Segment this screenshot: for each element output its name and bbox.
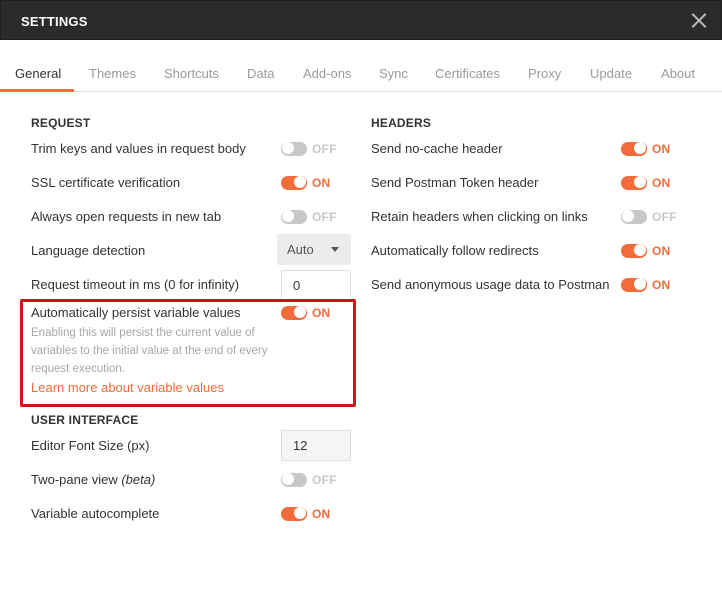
postman-token-toggle[interactable]: ON — [621, 175, 691, 191]
toggle-knob — [294, 507, 306, 519]
toggle-knob — [622, 210, 634, 222]
new-tab-label: Always open requests in new tab — [31, 209, 222, 224]
font-size-input[interactable] — [281, 430, 351, 461]
tab-update[interactable]: Update — [590, 66, 632, 81]
persist-label: Automatically persist variable values — [31, 305, 241, 320]
ssl-toggle[interactable]: ON — [281, 175, 351, 191]
chevron-down-icon — [331, 247, 339, 252]
tab-shortcuts[interactable]: Shortcuts — [164, 66, 219, 81]
select-value: Auto — [287, 242, 314, 257]
font-size-label: Editor Font Size (px) — [31, 438, 150, 453]
tab-about[interactable]: About — [661, 66, 695, 81]
toggle-knob — [634, 176, 646, 188]
beta-label: (beta) — [121, 472, 156, 487]
tab-addons[interactable]: Add-ons — [303, 66, 351, 81]
two-pane-label: Two-pane view (beta) — [31, 472, 155, 487]
autocomplete-toggle[interactable]: ON — [281, 506, 351, 522]
toggle-state: ON — [652, 244, 671, 258]
tab-proxy[interactable]: Proxy — [528, 66, 561, 81]
toggle-state: OFF — [312, 210, 337, 224]
tab-themes[interactable]: Themes — [89, 66, 136, 81]
toggle-knob — [634, 278, 646, 290]
toggle-knob — [634, 244, 646, 256]
headers-section-title: HEADERS — [371, 116, 432, 130]
toggle-state: OFF — [312, 473, 337, 487]
toggle-knob — [282, 473, 294, 485]
tab-general[interactable]: General — [15, 66, 61, 81]
toggle-knob — [634, 142, 646, 154]
toggle-state: ON — [652, 142, 671, 156]
window-title: SETTINGS — [21, 14, 88, 29]
follow-redirects-toggle[interactable]: ON — [621, 243, 691, 259]
two-pane-label-text: Two-pane view — [31, 472, 122, 487]
toggle-knob — [282, 142, 294, 154]
active-tab-indicator — [0, 89, 74, 92]
language-detection-select[interactable]: Auto — [277, 234, 351, 265]
toggle-knob — [294, 176, 306, 188]
request-section-title: REQUEST — [31, 116, 91, 130]
trim-toggle[interactable]: OFF — [281, 141, 351, 157]
tab-certificates[interactable]: Certificates — [435, 66, 500, 81]
ui-section-title: USER INTERFACE — [31, 413, 139, 427]
toggle-state: ON — [652, 176, 671, 190]
usage-data-label: Send anonymous usage data to Postman — [371, 277, 610, 292]
no-cache-toggle[interactable]: ON — [621, 141, 691, 157]
toggle-state: ON — [312, 306, 331, 320]
two-pane-toggle[interactable]: OFF — [281, 472, 351, 488]
toggle-state: ON — [312, 507, 331, 521]
toggle-knob — [282, 210, 294, 222]
language-detection-label: Language detection — [31, 243, 146, 258]
settings-tabs: General Themes Shortcuts Data Add-ons Sy… — [0, 40, 722, 92]
new-tab-toggle[interactable]: OFF — [281, 209, 351, 225]
retain-headers-toggle[interactable]: OFF — [621, 209, 691, 225]
toggle-state: ON — [652, 278, 671, 292]
toggle-state: OFF — [312, 142, 337, 156]
follow-redirects-label: Automatically follow redirects — [371, 243, 539, 258]
variable-values-link[interactable]: Learn more about variable values — [31, 380, 224, 395]
toggle-state: ON — [312, 176, 331, 190]
ssl-label: SSL certificate verification — [31, 175, 181, 190]
retain-headers-label: Retain headers when clicking on links — [371, 209, 588, 224]
toggle-state: OFF — [652, 210, 677, 224]
tab-data[interactable]: Data — [247, 66, 274, 81]
toggle-knob — [294, 306, 306, 318]
no-cache-label: Send no-cache header — [371, 141, 503, 156]
autocomplete-label: Variable autocomplete — [31, 506, 160, 521]
settings-titlebar: SETTINGS — [0, 0, 722, 40]
persist-help-text: Enabling this will persist the current v… — [31, 327, 268, 375]
timeout-input[interactable] — [281, 270, 351, 301]
timeout-label: Request timeout in ms (0 for infinity) — [31, 277, 240, 292]
usage-data-toggle[interactable]: ON — [621, 277, 691, 293]
close-icon[interactable] — [689, 10, 709, 30]
tab-sync[interactable]: Sync — [379, 66, 408, 81]
postman-token-label: Send Postman Token header — [371, 175, 539, 190]
persist-toggle[interactable]: ON — [281, 305, 351, 321]
trim-label: Trim keys and values in request body — [31, 141, 246, 156]
